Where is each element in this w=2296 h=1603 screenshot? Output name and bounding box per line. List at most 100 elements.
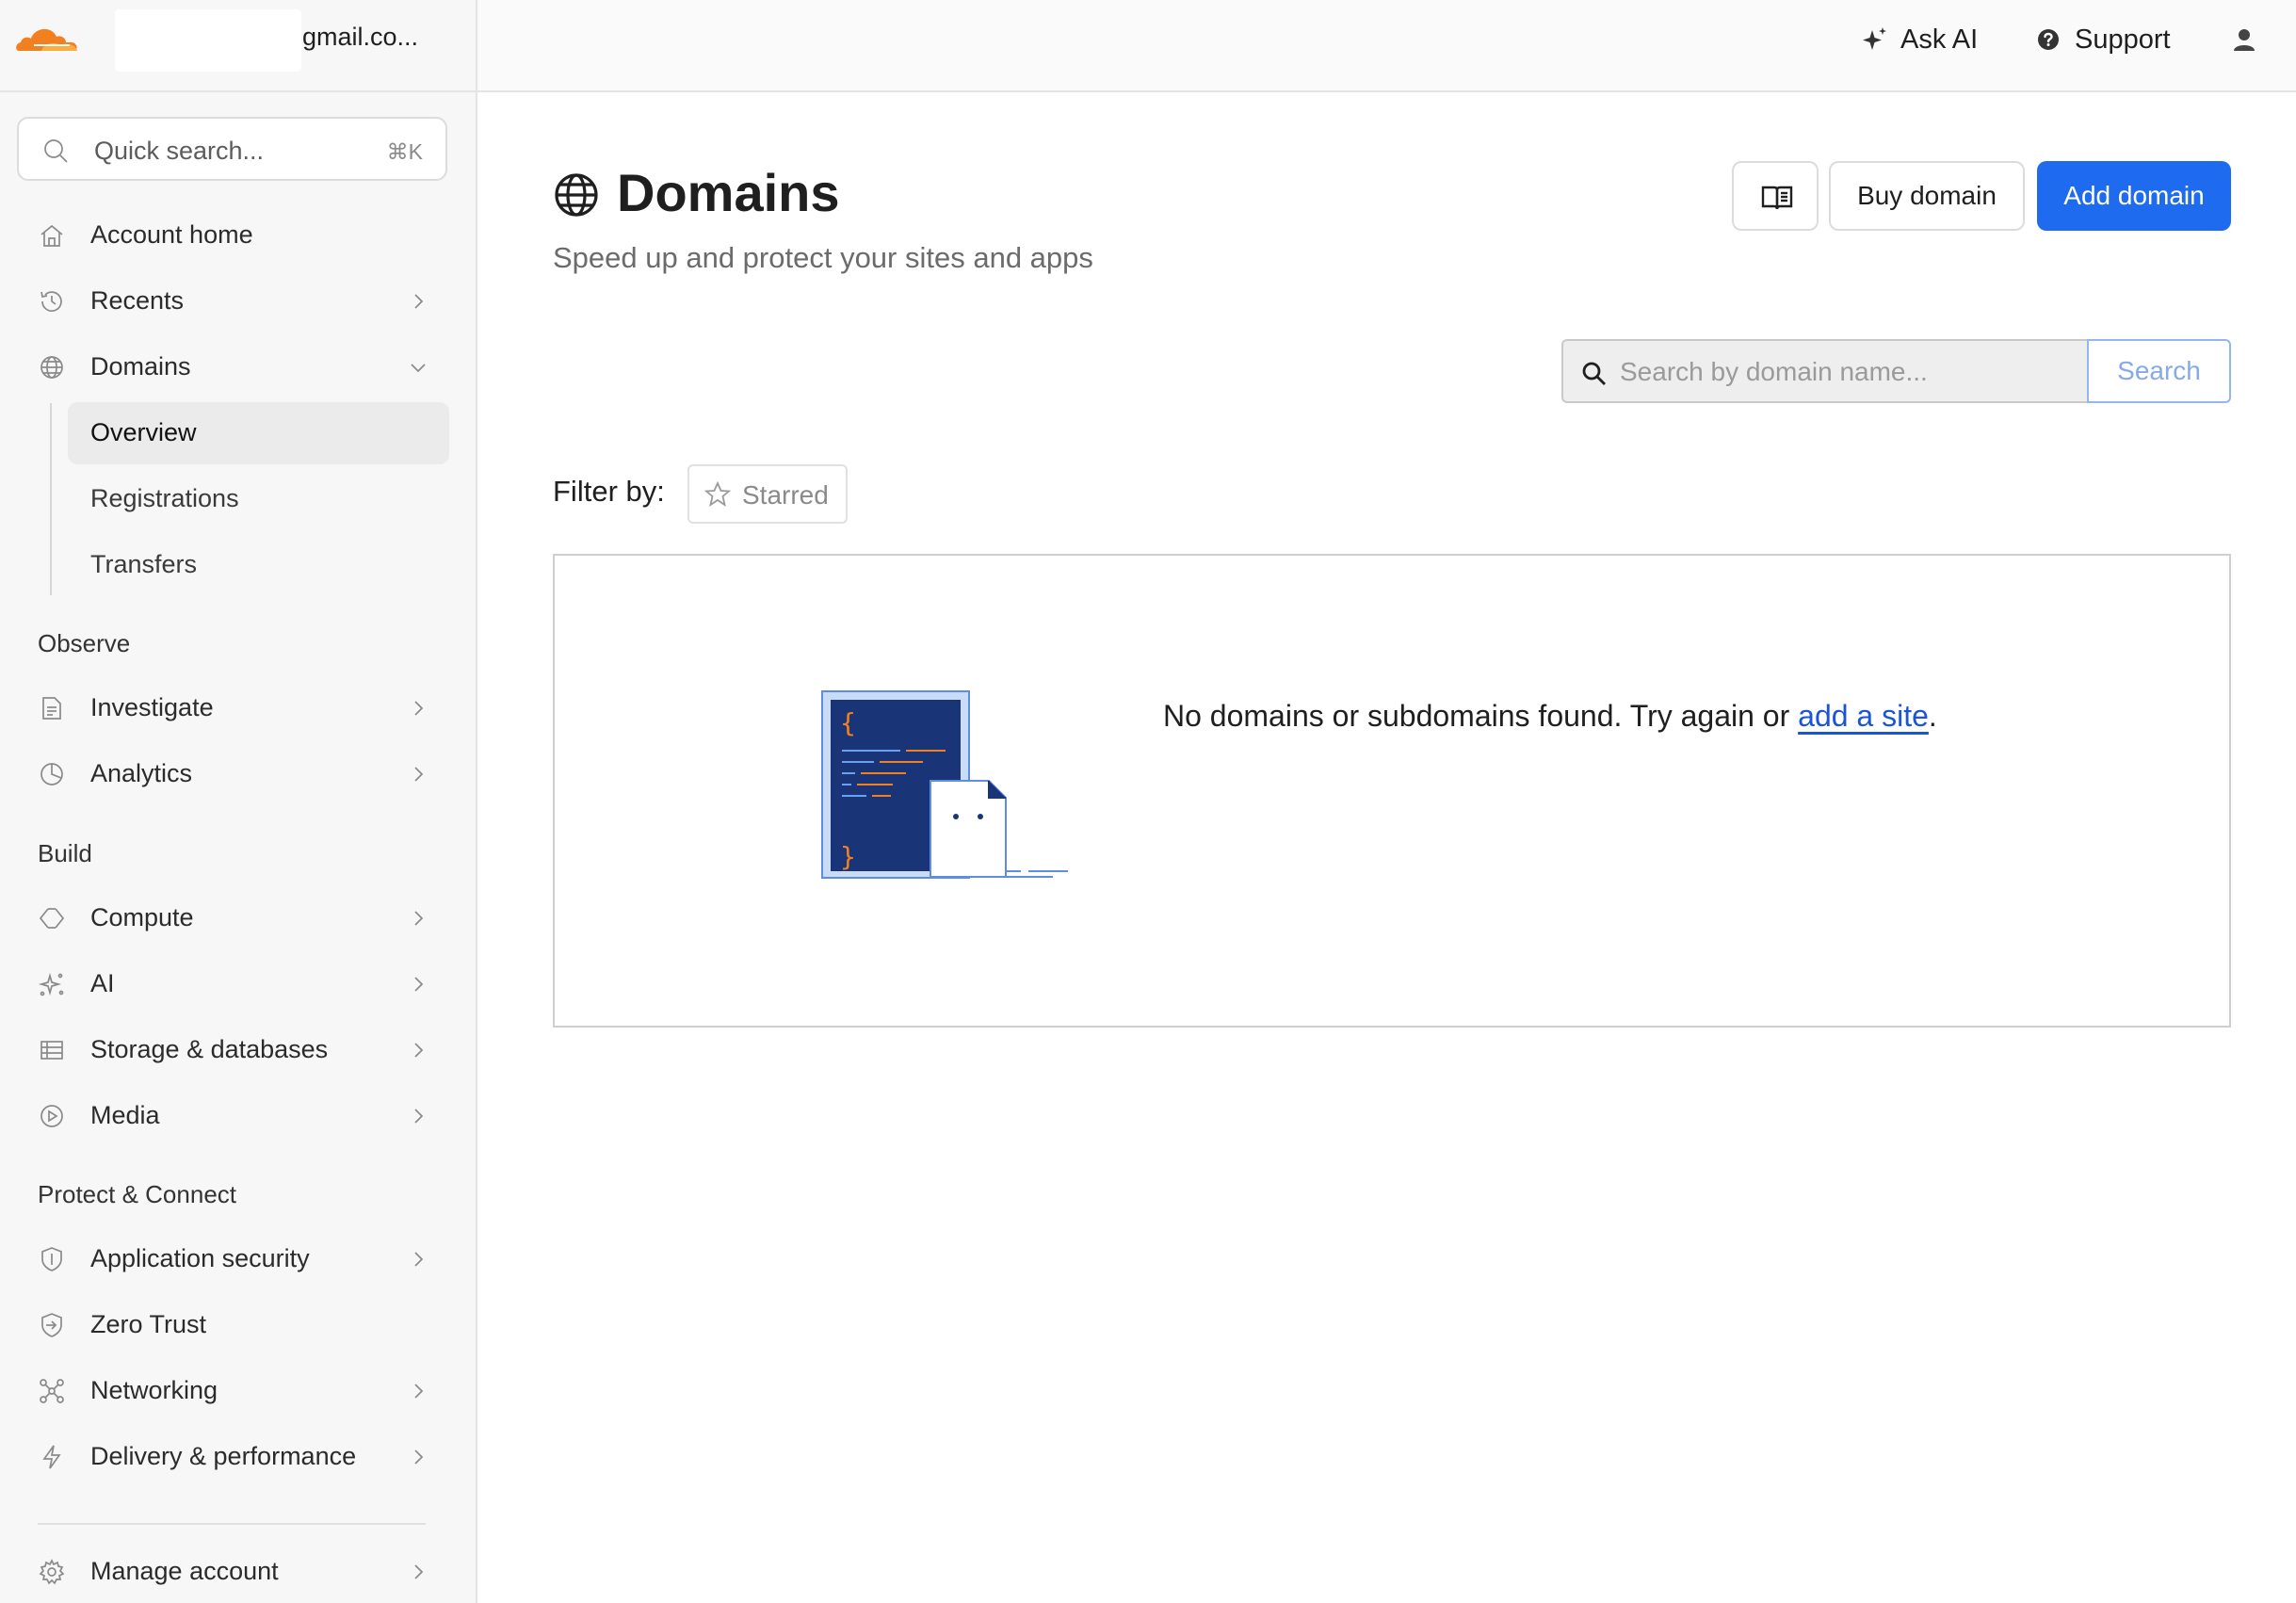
domains-empty-state: { } No domains or subdomains found. Try … <box>553 554 2231 1028</box>
sidebar-item-label: Media <box>90 1101 160 1129</box>
sparkle-icon <box>38 972 64 996</box>
sidebar-item-zero-trust[interactable]: Zero Trust <box>0 1294 476 1356</box>
quick-search-shortcut: ⌘K <box>386 139 423 164</box>
ask-ai-label: Ask AI <box>1900 24 1979 55</box>
filter-label: Filter by: <box>553 475 665 508</box>
domain-search-placeholder: Search by domain name... <box>1620 357 1928 386</box>
page-subtitle: Speed up and protect your sites and apps <box>553 241 1093 274</box>
top-bar: Ask AI Support <box>477 0 2296 92</box>
sidebar-item-storage-databases[interactable]: Storage & databases <box>0 1019 476 1081</box>
search-icon <box>44 139 68 163</box>
sidebar-subitem-label: Registrations <box>90 484 239 512</box>
chevron-right-icon <box>414 911 424 926</box>
account-email[interactable]: gmail.co... <box>302 23 418 52</box>
buy-domain-button[interactable]: Buy domain <box>1829 161 2025 231</box>
lightning-icon <box>42 1445 61 1469</box>
sidebar-item-investigate[interactable]: Investigate <box>0 677 476 739</box>
sparkle-icon <box>1863 27 1886 50</box>
sidebar-item-label: Manage account <box>90 1557 279 1585</box>
domain-search-input[interactable]: Search by domain name... <box>1561 339 2087 403</box>
section-title-protect-connect: Protect & Connect <box>38 1180 236 1208</box>
sidebar-item-delivery-performance[interactable]: Delivery & performance <box>0 1426 476 1488</box>
sidebar-item-label: Recents <box>90 286 185 315</box>
quick-search-input[interactable]: Quick search... ⌘K <box>17 117 447 181</box>
sidebar-item-label: AI <box>90 969 115 997</box>
history-icon <box>40 291 62 312</box>
star-icon <box>704 481 731 507</box>
account-name-redacted <box>115 9 301 72</box>
book-open-icon <box>1761 186 1793 210</box>
svg-text:{: { <box>840 707 856 738</box>
page-title: Domains <box>617 163 840 222</box>
quick-search-placeholder: Quick search... <box>94 137 265 165</box>
help-circle-icon <box>2038 29 2059 50</box>
sidebar-subitem-registrations[interactable]: Registrations <box>68 468 449 530</box>
search-button[interactable]: Search <box>2087 339 2231 403</box>
filter-starred-label: Starred <box>742 480 829 510</box>
sidebar-item-manage-account[interactable]: Manage account <box>0 1541 476 1603</box>
chevron-right-icon <box>414 1384 424 1399</box>
add-a-site-link[interactable]: add a site <box>1798 699 1929 733</box>
empty-state-message: No domains or subdomains found. Try agai… <box>1163 699 1937 734</box>
network-icon <box>40 1379 64 1403</box>
support-button[interactable]: Support <box>2033 21 2184 60</box>
chevron-right-icon <box>414 1043 424 1058</box>
add-domain-button[interactable]: Add domain <box>2037 161 2231 231</box>
sidebar-item-label: Investigate <box>90 693 214 721</box>
submenu-guide-line <box>50 403 52 595</box>
sidebar-subitem-overview[interactable]: Overview <box>68 402 449 464</box>
user-icon <box>2234 29 2255 51</box>
sidebar-item-analytics[interactable]: Analytics <box>0 743 476 805</box>
chevron-down-icon <box>411 364 426 373</box>
chevron-right-icon <box>414 701 424 716</box>
sidebar-subitem-transfers[interactable]: Transfers <box>68 534 449 596</box>
account-header: gmail.co... <box>0 0 476 92</box>
sidebar-item-domains[interactable]: Domains <box>0 336 476 398</box>
empty-state-period: . <box>1928 699 1937 733</box>
sidebar-item-recents[interactable]: Recents <box>0 270 476 332</box>
sidebar-item-label: Application security <box>90 1244 310 1272</box>
ask-ai-button[interactable]: Ask AI <box>1859 21 1991 60</box>
sidebar-item-application-security[interactable]: Application security <box>0 1228 476 1290</box>
sidebar-divider <box>38 1523 426 1525</box>
sidebar-item-label: Account home <box>90 220 253 249</box>
sidebar-subitem-label: Overview <box>90 418 197 446</box>
sidebar: gmail.co... Quick search... ⌘K Account h… <box>0 0 477 1603</box>
pie-chart-icon <box>40 763 63 785</box>
globe-icon <box>40 356 63 379</box>
sidebar-item-label: Storage & databases <box>90 1035 329 1063</box>
gear-icon <box>39 1559 65 1585</box>
chevron-right-icon <box>414 1109 424 1124</box>
document-search-icon <box>42 697 61 720</box>
documentation-button[interactable] <box>1732 161 1819 231</box>
empty-state-text: No domains or subdomains found. Try agai… <box>1163 699 1799 733</box>
main-content: Domains Speed up and protect your sites … <box>477 94 2296 1603</box>
sidebar-item-label: Domains <box>90 352 191 381</box>
section-title-observe: Observe <box>38 629 131 657</box>
sidebar-item-account-home[interactable]: Account home <box>0 204 476 267</box>
sidebar-item-compute[interactable]: Compute <box>0 887 476 949</box>
user-menu-button[interactable] <box>2229 21 2263 60</box>
support-label: Support <box>2075 24 2171 55</box>
section-title-build: Build <box>38 839 92 867</box>
filter-starred-toggle[interactable]: Starred <box>687 464 848 524</box>
sidebar-item-ai[interactable]: AI <box>0 953 476 1015</box>
svg-text:}: } <box>840 841 856 872</box>
sidebar-item-label: Delivery & performance <box>90 1442 357 1470</box>
sidebar-item-networking[interactable]: Networking <box>0 1360 476 1422</box>
storage-icon <box>40 1041 63 1060</box>
play-icon <box>40 1105 63 1127</box>
chevron-right-icon <box>414 1564 424 1579</box>
compute-icon <box>39 908 65 929</box>
chevron-right-icon <box>414 294 424 309</box>
code-document-illustration: { } <box>821 690 1068 879</box>
home-icon <box>40 224 63 247</box>
chevron-right-icon <box>414 1252 424 1267</box>
sidebar-item-media[interactable]: Media <box>0 1085 476 1147</box>
globe-icon <box>555 173 598 217</box>
sidebar-item-label: Analytics <box>90 759 193 787</box>
app-root: gmail.co... Quick search... ⌘K Account h… <box>0 0 2296 1603</box>
cloudflare-logo-icon[interactable] <box>13 17 85 55</box>
chevron-right-icon <box>414 977 424 992</box>
sidebar-item-label: Networking <box>90 1376 218 1404</box>
